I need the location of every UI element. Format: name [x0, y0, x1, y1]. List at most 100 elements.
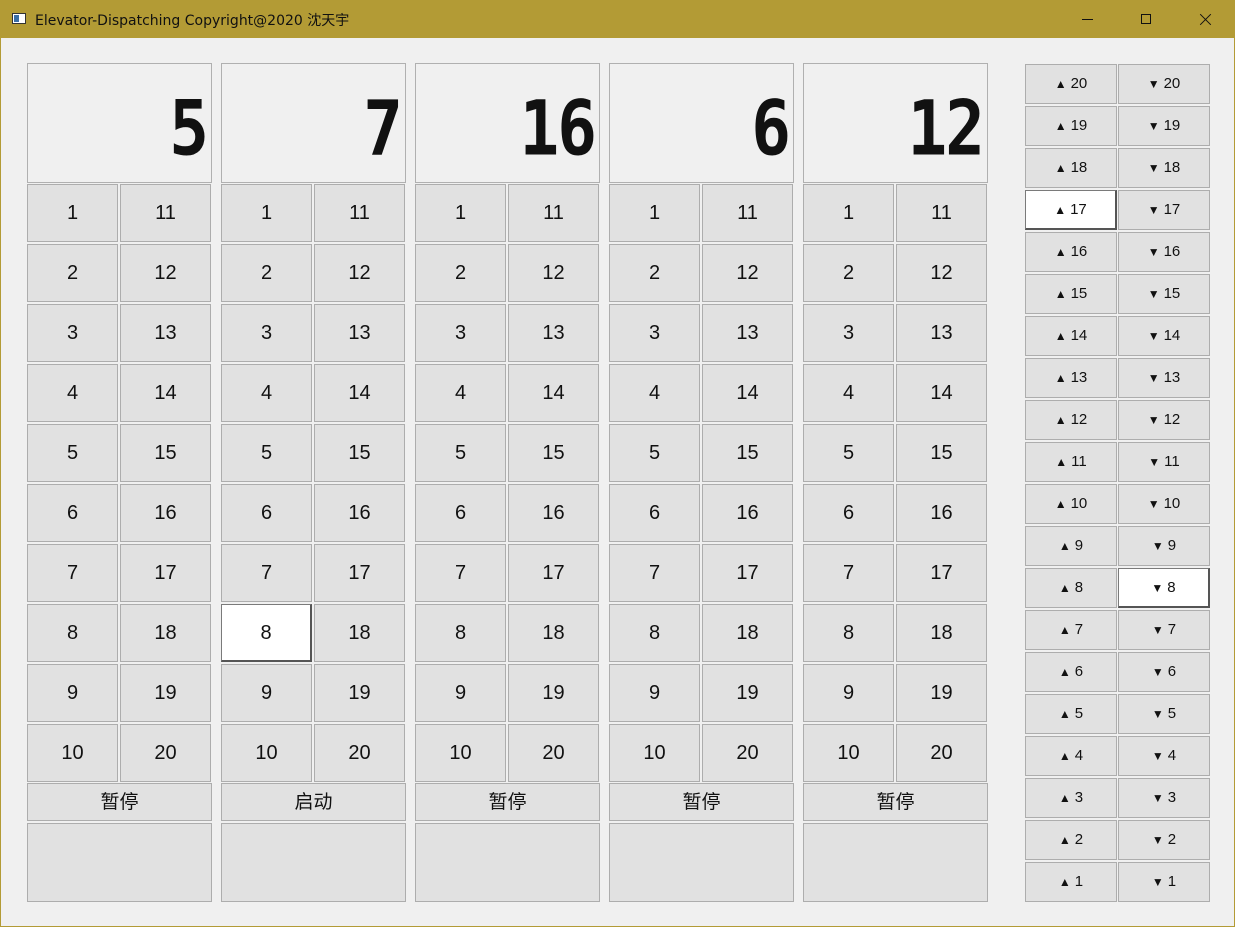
- floor-button-19[interactable]: 19: [508, 664, 599, 722]
- pause-start-button[interactable]: 暂停: [27, 783, 212, 821]
- floor-button-5[interactable]: 5: [803, 424, 894, 482]
- floor-button-15[interactable]: 15: [702, 424, 793, 482]
- floor-button-17[interactable]: 17: [508, 544, 599, 602]
- floor-button-18[interactable]: 18: [314, 604, 405, 662]
- hall-call-up-3[interactable]: ▲ 3: [1025, 778, 1117, 818]
- hall-call-down-2[interactable]: ▼ 2: [1118, 820, 1210, 860]
- floor-button-4[interactable]: 4: [27, 364, 118, 422]
- hall-call-down-13[interactable]: ▼ 13: [1118, 358, 1210, 398]
- floor-button-11[interactable]: 11: [120, 184, 211, 242]
- floor-button-10[interactable]: 10: [415, 724, 506, 782]
- floor-button-7[interactable]: 7: [221, 544, 312, 602]
- floor-button-7[interactable]: 7: [609, 544, 700, 602]
- floor-button-8[interactable]: 8: [415, 604, 506, 662]
- floor-button-18[interactable]: 18: [120, 604, 211, 662]
- hall-call-down-19[interactable]: ▼ 19: [1118, 106, 1210, 146]
- floor-button-14[interactable]: 14: [896, 364, 987, 422]
- floor-button-20[interactable]: 20: [508, 724, 599, 782]
- floor-button-20[interactable]: 20: [896, 724, 987, 782]
- hall-call-down-11[interactable]: ▼ 11: [1118, 442, 1210, 482]
- floor-button-17[interactable]: 17: [702, 544, 793, 602]
- floor-button-10[interactable]: 10: [221, 724, 312, 782]
- hall-call-up-8[interactable]: ▲ 8: [1025, 568, 1117, 608]
- hall-call-up-5[interactable]: ▲ 5: [1025, 694, 1117, 734]
- floor-button-13[interactable]: 13: [120, 304, 211, 362]
- floor-button-7[interactable]: 7: [415, 544, 506, 602]
- hall-call-down-6[interactable]: ▼ 6: [1118, 652, 1210, 692]
- hall-call-down-9[interactable]: ▼ 9: [1118, 526, 1210, 566]
- floor-button-8[interactable]: 8: [609, 604, 700, 662]
- floor-button-19[interactable]: 19: [896, 664, 987, 722]
- floor-button-18[interactable]: 18: [702, 604, 793, 662]
- floor-button-6[interactable]: 6: [27, 484, 118, 542]
- hall-call-down-5[interactable]: ▼ 5: [1118, 694, 1210, 734]
- floor-button-16[interactable]: 16: [314, 484, 405, 542]
- hall-call-up-10[interactable]: ▲ 10: [1025, 484, 1117, 524]
- maximize-icon[interactable]: [1117, 1, 1175, 38]
- floor-button-20[interactable]: 20: [314, 724, 405, 782]
- hall-call-up-12[interactable]: ▲ 12: [1025, 400, 1117, 440]
- hall-call-down-12[interactable]: ▼ 12: [1118, 400, 1210, 440]
- hall-call-up-17[interactable]: ▲ 17: [1025, 190, 1117, 230]
- floor-button-6[interactable]: 6: [415, 484, 506, 542]
- floor-button-5[interactable]: 5: [609, 424, 700, 482]
- floor-button-8[interactable]: 8: [27, 604, 118, 662]
- floor-button-1[interactable]: 1: [221, 184, 312, 242]
- floor-button-11[interactable]: 11: [314, 184, 405, 242]
- floor-button-16[interactable]: 16: [896, 484, 987, 542]
- floor-button-7[interactable]: 7: [803, 544, 894, 602]
- floor-button-4[interactable]: 4: [803, 364, 894, 422]
- floor-button-13[interactable]: 13: [896, 304, 987, 362]
- floor-button-15[interactable]: 15: [508, 424, 599, 482]
- floor-button-5[interactable]: 5: [221, 424, 312, 482]
- floor-button-17[interactable]: 17: [896, 544, 987, 602]
- floor-button-12[interactable]: 12: [314, 244, 405, 302]
- floor-button-1[interactable]: 1: [803, 184, 894, 242]
- hall-call-down-16[interactable]: ▼ 16: [1118, 232, 1210, 272]
- floor-button-14[interactable]: 14: [702, 364, 793, 422]
- hall-call-up-6[interactable]: ▲ 6: [1025, 652, 1117, 692]
- floor-button-8[interactable]: 8: [803, 604, 894, 662]
- floor-button-1[interactable]: 1: [27, 184, 118, 242]
- hall-call-down-1[interactable]: ▼ 1: [1118, 862, 1210, 902]
- hall-call-down-10[interactable]: ▼ 10: [1118, 484, 1210, 524]
- floor-button-13[interactable]: 13: [702, 304, 793, 362]
- hall-call-down-18[interactable]: ▼ 18: [1118, 148, 1210, 188]
- title-bar[interactable]: Elevator-Dispatching Copyright@2020 沈天宇: [1, 1, 1234, 38]
- floor-button-3[interactable]: 3: [27, 304, 118, 362]
- close-icon[interactable]: [1176, 1, 1234, 38]
- hall-call-down-8[interactable]: ▼ 8: [1118, 568, 1210, 608]
- floor-button-5[interactable]: 5: [415, 424, 506, 482]
- floor-button-8[interactable]: 8: [221, 604, 312, 662]
- floor-button-18[interactable]: 18: [508, 604, 599, 662]
- hall-call-up-2[interactable]: ▲ 2: [1025, 820, 1117, 860]
- floor-button-15[interactable]: 15: [314, 424, 405, 482]
- floor-button-6[interactable]: 6: [803, 484, 894, 542]
- hall-call-down-7[interactable]: ▼ 7: [1118, 610, 1210, 650]
- floor-button-2[interactable]: 2: [803, 244, 894, 302]
- floor-button-15[interactable]: 15: [120, 424, 211, 482]
- floor-button-14[interactable]: 14: [508, 364, 599, 422]
- floor-button-9[interactable]: 9: [27, 664, 118, 722]
- floor-button-4[interactable]: 4: [609, 364, 700, 422]
- floor-button-7[interactable]: 7: [27, 544, 118, 602]
- hall-call-up-14[interactable]: ▲ 14: [1025, 316, 1117, 356]
- floor-button-10[interactable]: 10: [803, 724, 894, 782]
- floor-button-1[interactable]: 1: [415, 184, 506, 242]
- floor-button-4[interactable]: 4: [415, 364, 506, 422]
- floor-button-19[interactable]: 19: [314, 664, 405, 722]
- floor-button-13[interactable]: 13: [508, 304, 599, 362]
- floor-button-2[interactable]: 2: [609, 244, 700, 302]
- floor-button-9[interactable]: 9: [415, 664, 506, 722]
- floor-button-14[interactable]: 14: [120, 364, 211, 422]
- floor-button-18[interactable]: 18: [896, 604, 987, 662]
- pause-start-button[interactable]: 启动: [221, 783, 406, 821]
- hall-call-up-20[interactable]: ▲ 20: [1025, 64, 1117, 104]
- hall-call-down-4[interactable]: ▼ 4: [1118, 736, 1210, 776]
- hall-call-up-19[interactable]: ▲ 19: [1025, 106, 1117, 146]
- floor-button-3[interactable]: 3: [609, 304, 700, 362]
- floor-button-17[interactable]: 17: [120, 544, 211, 602]
- hall-call-down-3[interactable]: ▼ 3: [1118, 778, 1210, 818]
- floor-button-5[interactable]: 5: [27, 424, 118, 482]
- hall-call-up-18[interactable]: ▲ 18: [1025, 148, 1117, 188]
